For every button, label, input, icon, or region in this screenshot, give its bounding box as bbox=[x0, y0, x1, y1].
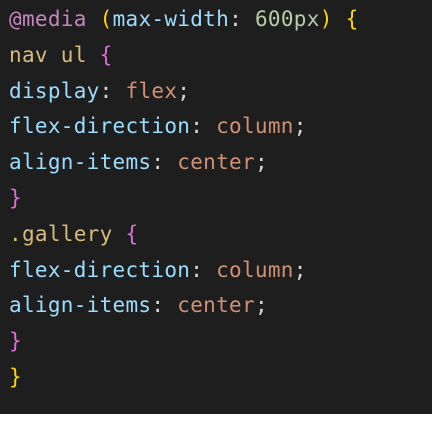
code-line[interactable]: } bbox=[0, 324, 432, 360]
code-line[interactable]: } bbox=[0, 360, 432, 396]
code-token: : bbox=[99, 78, 126, 103]
code-token: ; bbox=[254, 150, 268, 175]
code-token: max-width bbox=[112, 7, 230, 31]
code-token: flex bbox=[125, 78, 178, 103]
code-token: column bbox=[216, 257, 294, 282]
code-token: ; bbox=[293, 257, 307, 282]
code-token: { bbox=[125, 221, 139, 246]
code-token: } bbox=[9, 329, 22, 354]
code-token: ; bbox=[177, 78, 191, 103]
code-token: ) bbox=[319, 7, 333, 31]
code-token: center bbox=[177, 150, 255, 175]
code-line[interactable]: align-items: center; bbox=[0, 145, 432, 181]
code-token: : bbox=[151, 150, 178, 175]
code-token: flex-direction bbox=[9, 257, 191, 282]
code-token: align-items bbox=[9, 150, 152, 175]
code-line[interactable]: @media (max-width: 600px) { bbox=[0, 2, 432, 38]
code-token: : bbox=[190, 257, 217, 282]
code-line[interactable]: display: flex; bbox=[0, 74, 432, 110]
code-token: flex-direction bbox=[9, 114, 191, 139]
code-token: : bbox=[190, 114, 217, 139]
code-editor[interactable]: @media (max-width: 600px) {nav ul {displ… bbox=[0, 0, 434, 414]
code-line[interactable]: } bbox=[0, 181, 432, 217]
code-token: display bbox=[9, 78, 100, 103]
code-token: } bbox=[9, 185, 22, 210]
code-line[interactable]: align-items: center; bbox=[0, 288, 432, 324]
code-token: } bbox=[9, 364, 22, 389]
code-token: center bbox=[177, 293, 255, 318]
code-token: { bbox=[99, 42, 113, 67]
code-token: { bbox=[345, 7, 359, 31]
code-line[interactable]: nav ul { bbox=[0, 38, 432, 74]
code-token: 600px bbox=[254, 7, 320, 31]
code-token: column bbox=[216, 114, 294, 139]
code-token: align-items bbox=[9, 293, 152, 318]
code-token: nav ul bbox=[9, 42, 87, 67]
code-line[interactable]: flex-direction: column; bbox=[0, 109, 432, 145]
code-token: : bbox=[151, 293, 178, 318]
code-line[interactable]: .gallery { bbox=[0, 217, 432, 253]
code-token: .gallery bbox=[9, 221, 113, 246]
code-line[interactable]: flex-direction: column; bbox=[0, 253, 432, 289]
code-token: : bbox=[229, 7, 255, 31]
code-token: ( bbox=[99, 7, 113, 31]
code-token: @media bbox=[9, 7, 87, 31]
code-token: ; bbox=[254, 293, 268, 318]
code-token: ; bbox=[293, 114, 307, 139]
